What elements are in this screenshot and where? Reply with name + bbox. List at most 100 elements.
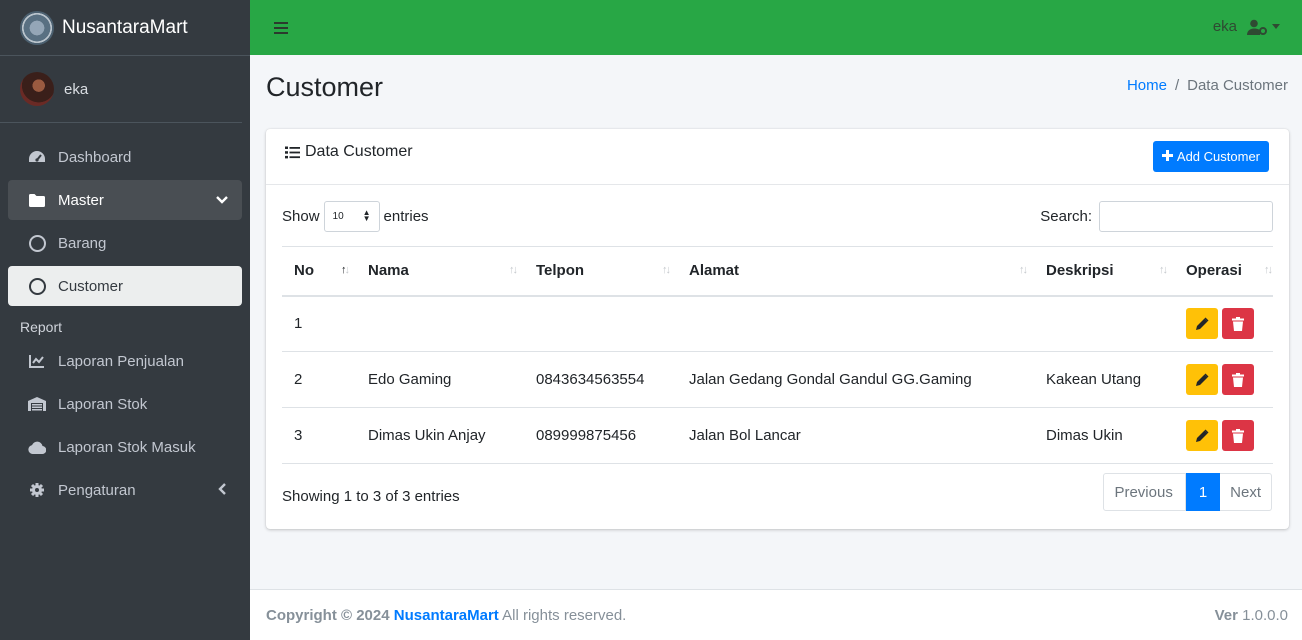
cell-deskripsi: Dimas Ukin	[1034, 407, 1174, 464]
sort-icon: ↑↓	[662, 264, 671, 276]
pagination-next[interactable]: Next	[1220, 473, 1272, 511]
caret-down-icon	[1272, 24, 1280, 29]
pencil-icon	[1195, 317, 1208, 331]
sidebar-item-label: Master	[58, 191, 104, 209]
sort-icon: ↑↓	[1264, 264, 1273, 276]
sidebar-item-customer[interactable]: Customer	[8, 266, 242, 306]
chart-line-icon	[28, 352, 46, 370]
dashboard-icon	[28, 148, 46, 166]
pagination: Previous 1 Next	[1103, 473, 1272, 511]
folder-icon	[28, 191, 46, 209]
cell-deskripsi: Kakean Utang	[1034, 351, 1174, 408]
column-header-no[interactable]: No ↑↓	[282, 246, 356, 297]
table-info: Showing 1 to 3 of 3 entries	[282, 488, 460, 505]
cell-deskripsi	[1034, 295, 1174, 352]
sidebar-item-barang[interactable]: Barang	[8, 223, 242, 263]
table-row: 1	[282, 295, 1273, 352]
breadcrumb-separator: /	[1174, 77, 1180, 94]
cell-telpon: 089999875456	[524, 407, 677, 464]
pencil-icon	[1195, 429, 1208, 442]
page-title: Customer	[266, 72, 384, 102]
topbar: eka	[250, 0, 1302, 55]
sidebar-item-laporan-penjualan[interactable]: Laporan Penjualan	[8, 341, 242, 381]
cell-nama	[356, 295, 524, 352]
cell-alamat: Jalan Gedang Gondal Gandul GG.Gaming	[677, 351, 1034, 408]
brand-name: NusantaraMart	[62, 16, 188, 38]
column-header-nama[interactable]: Nama ↑↓	[356, 246, 524, 297]
footer-version: Ver 1.0.0.0	[1214, 606, 1288, 624]
search-control: Search:	[1040, 201, 1273, 232]
sidebar-item-label: Laporan Stok	[58, 395, 148, 413]
sidebar-item-label: Laporan Stok Masuk	[58, 438, 196, 456]
page-length-select[interactable]: 10 ▲ ▼	[323, 201, 380, 232]
user-menu-dropdown[interactable]: eka	[1213, 18, 1280, 35]
sidebar: NusantaraMart eka Dashboard Master Baran…	[0, 0, 250, 640]
sidebar-item-label: Customer	[58, 277, 124, 295]
cell-alamat: Jalan Bol Lancar	[677, 407, 1034, 464]
footer-brand-link[interactable]: NusantaraMart	[394, 607, 499, 624]
sidebar-item-pengaturan[interactable]: Pengaturan	[8, 470, 242, 510]
page-length-control: Show 10 ▲ ▼ entries	[282, 201, 429, 232]
delete-button[interactable]	[1222, 364, 1254, 395]
sidebar-item-label: Barang	[58, 234, 107, 252]
edit-button[interactable]	[1186, 420, 1218, 451]
card-header: Data Customer Add Customer	[266, 129, 1289, 185]
show-label: Show	[282, 208, 320, 225]
page-length-value: 10	[332, 211, 344, 222]
sort-icon: ↑↓	[1019, 264, 1028, 276]
menu-toggle-icon[interactable]	[274, 21, 288, 34]
column-header-alamat[interactable]: Alamat ↑↓	[677, 246, 1034, 297]
sidebar-item-laporan-stok[interactable]: Laporan Stok	[8, 384, 242, 424]
card-title-text: Data Customer	[305, 143, 413, 160]
circle-icon	[28, 234, 46, 252]
breadcrumb-home-link[interactable]: Home	[1127, 77, 1167, 94]
column-header-operasi[interactable]: Operasi ↑↓	[1174, 246, 1273, 297]
trash-icon	[1232, 372, 1244, 387]
search-label: Search:	[1040, 208, 1092, 225]
sidebar-nav: Dashboard Master Barang Customer Report …	[0, 123, 250, 510]
cell-telpon	[524, 295, 677, 352]
pagination-previous[interactable]: Previous	[1103, 473, 1186, 511]
search-input[interactable]	[1099, 201, 1273, 232]
user-panel[interactable]: eka	[0, 56, 242, 123]
sidebar-user-name[interactable]: eka	[64, 81, 88, 98]
sidebar-section-report: Report	[20, 319, 63, 335]
list-icon	[285, 146, 300, 159]
trash-icon	[1232, 428, 1244, 443]
footer-copyright: Copyright © 2024 NusantaraMart All right…	[266, 606, 627, 624]
cell-no: 1	[282, 295, 356, 352]
sidebar-item-laporan-stok-masuk[interactable]: Laporan Stok Masuk	[8, 427, 242, 467]
sidebar-item-label: Laporan Penjualan	[58, 352, 184, 370]
pencil-icon	[1195, 373, 1208, 386]
topbar-user-name: eka	[1212, 18, 1237, 35]
sidebar-item-master[interactable]: Master	[8, 180, 242, 220]
table-row: 2 Edo Gaming 0843634563554 Jalan Gedang …	[282, 351, 1273, 408]
sort-icon: ↑↓	[1159, 264, 1168, 276]
cell-nama: Edo Gaming	[356, 351, 524, 408]
breadcrumb: Home / Data Customer	[1127, 77, 1288, 94]
plus-icon	[1161, 149, 1173, 164]
footer: Copyright © 2024 NusantaraMart All right…	[250, 589, 1302, 640]
edit-button[interactable]	[1186, 364, 1218, 395]
add-customer-label: Add Customer	[1176, 149, 1260, 164]
column-header-deskripsi[interactable]: Deskripsi ↑↓	[1034, 246, 1174, 297]
pagination-page-1[interactable]: 1	[1185, 473, 1221, 511]
sidebar-item-label: Pengaturan	[58, 481, 136, 499]
edit-button[interactable]	[1186, 308, 1218, 340]
cell-operasi	[1174, 351, 1273, 408]
customer-table: No ↑↓ Nama ↑↓ Telpon ↑↓ Alamat ↑↓ Deskripsi ↑…	[282, 246, 1273, 464]
customer-card: Data Customer Add Customer Show 10 ▲ ▼ en…	[266, 129, 1289, 529]
column-header-telpon[interactable]: Telpon ↑↓	[524, 246, 677, 297]
card-title: Data Customer	[285, 143, 413, 161]
cell-telpon: 0843634563554	[524, 351, 677, 408]
cell-no: 3	[282, 407, 356, 464]
brand-logo	[20, 10, 54, 45]
chevron-left-icon	[218, 482, 228, 499]
sidebar-item-dashboard[interactable]: Dashboard	[8, 137, 242, 177]
cell-operasi	[1174, 295, 1273, 352]
add-customer-button[interactable]: Add Customer	[1152, 141, 1269, 172]
brand-link[interactable]: NusantaraMart	[0, 0, 250, 56]
delete-button[interactable]	[1222, 420, 1254, 451]
delete-button[interactable]	[1222, 308, 1254, 340]
cell-alamat	[677, 295, 1034, 352]
